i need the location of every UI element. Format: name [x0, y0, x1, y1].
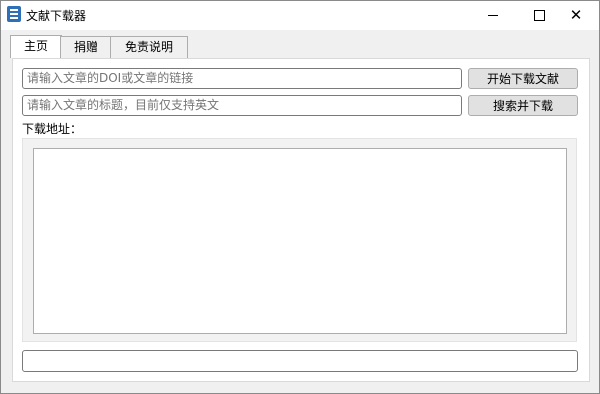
tab-home[interactable]: 主页	[10, 35, 62, 58]
tab-disclaimer[interactable]: 免责说明	[110, 36, 188, 58]
address-label: 下载地址：	[22, 122, 83, 136]
window-title: 文献下载器	[26, 9, 87, 23]
title-bar: 文献下载器 ✕	[1, 1, 599, 30]
address-textarea[interactable]	[33, 148, 567, 334]
doi-input[interactable]	[22, 68, 462, 89]
minimize-icon	[488, 15, 498, 16]
maximize-icon	[533, 10, 545, 21]
title-input[interactable]	[22, 95, 462, 116]
minimize-button[interactable]	[470, 1, 516, 30]
status-field[interactable]	[22, 350, 578, 372]
download-button[interactable]: 开始下载文献	[468, 68, 578, 89]
tab-donate[interactable]: 捐赠	[60, 36, 112, 58]
book-icon	[7, 6, 21, 22]
search-button[interactable]: 搜索并下载	[468, 95, 578, 116]
close-button[interactable]: ✕	[553, 1, 599, 30]
close-icon: ✕	[569, 6, 583, 24]
